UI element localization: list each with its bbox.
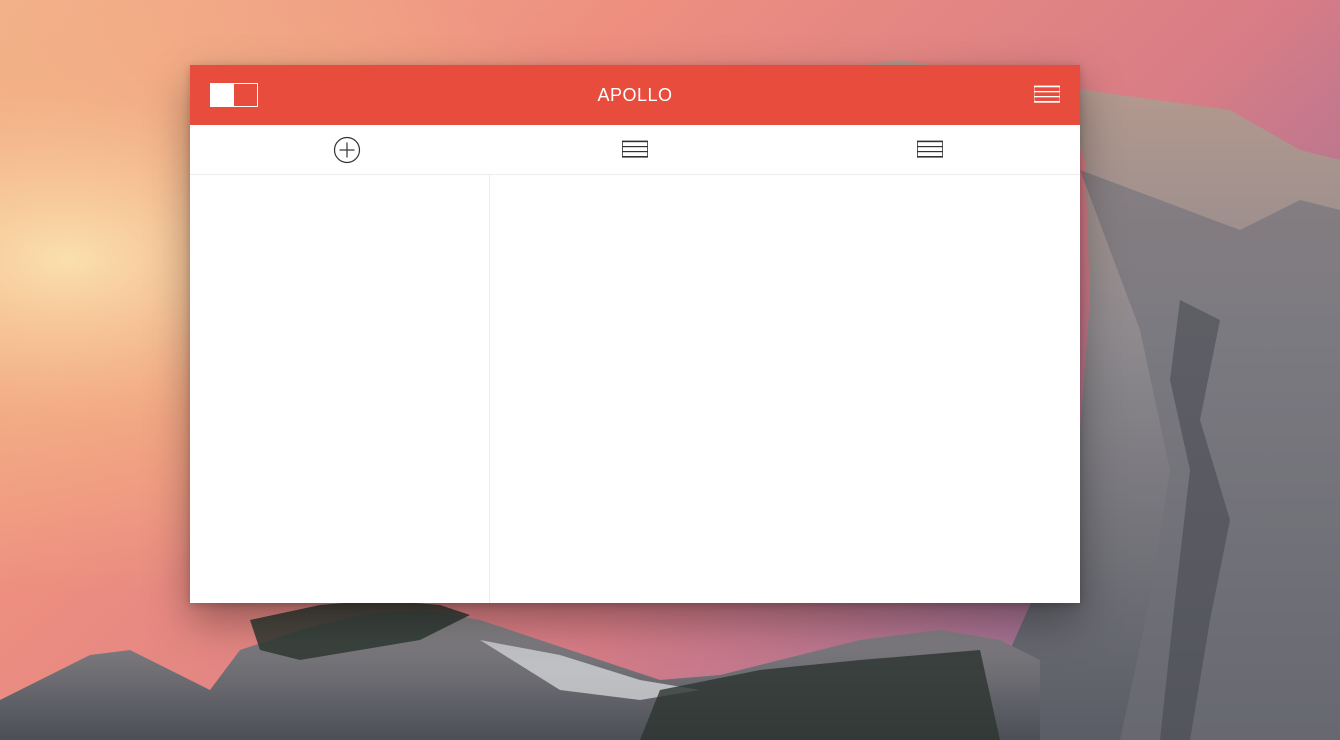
split-view-toggle-button[interactable] [210,83,258,107]
secondary-list-button[interactable] [780,125,1080,174]
toolbar [190,125,1080,175]
add-button[interactable] [190,125,503,174]
list-view-button[interactable] [490,125,780,174]
add-circle-icon [333,136,360,163]
toggle-right-half [234,84,257,106]
hamburger-menu-button[interactable] [1033,85,1061,105]
hamburger-menu-icon [1033,85,1061,103]
app-window: APOLLO [190,65,1080,603]
list-icon [622,140,648,158]
content-area [190,175,1080,603]
left-pane [190,175,490,603]
app-title: APOLLO [597,85,673,105]
list-icon [917,140,943,158]
desktop: APOLLO [0,0,1340,740]
titlebar: APOLLO [190,65,1080,125]
toggle-left-half [211,84,234,106]
right-pane [490,175,1080,603]
